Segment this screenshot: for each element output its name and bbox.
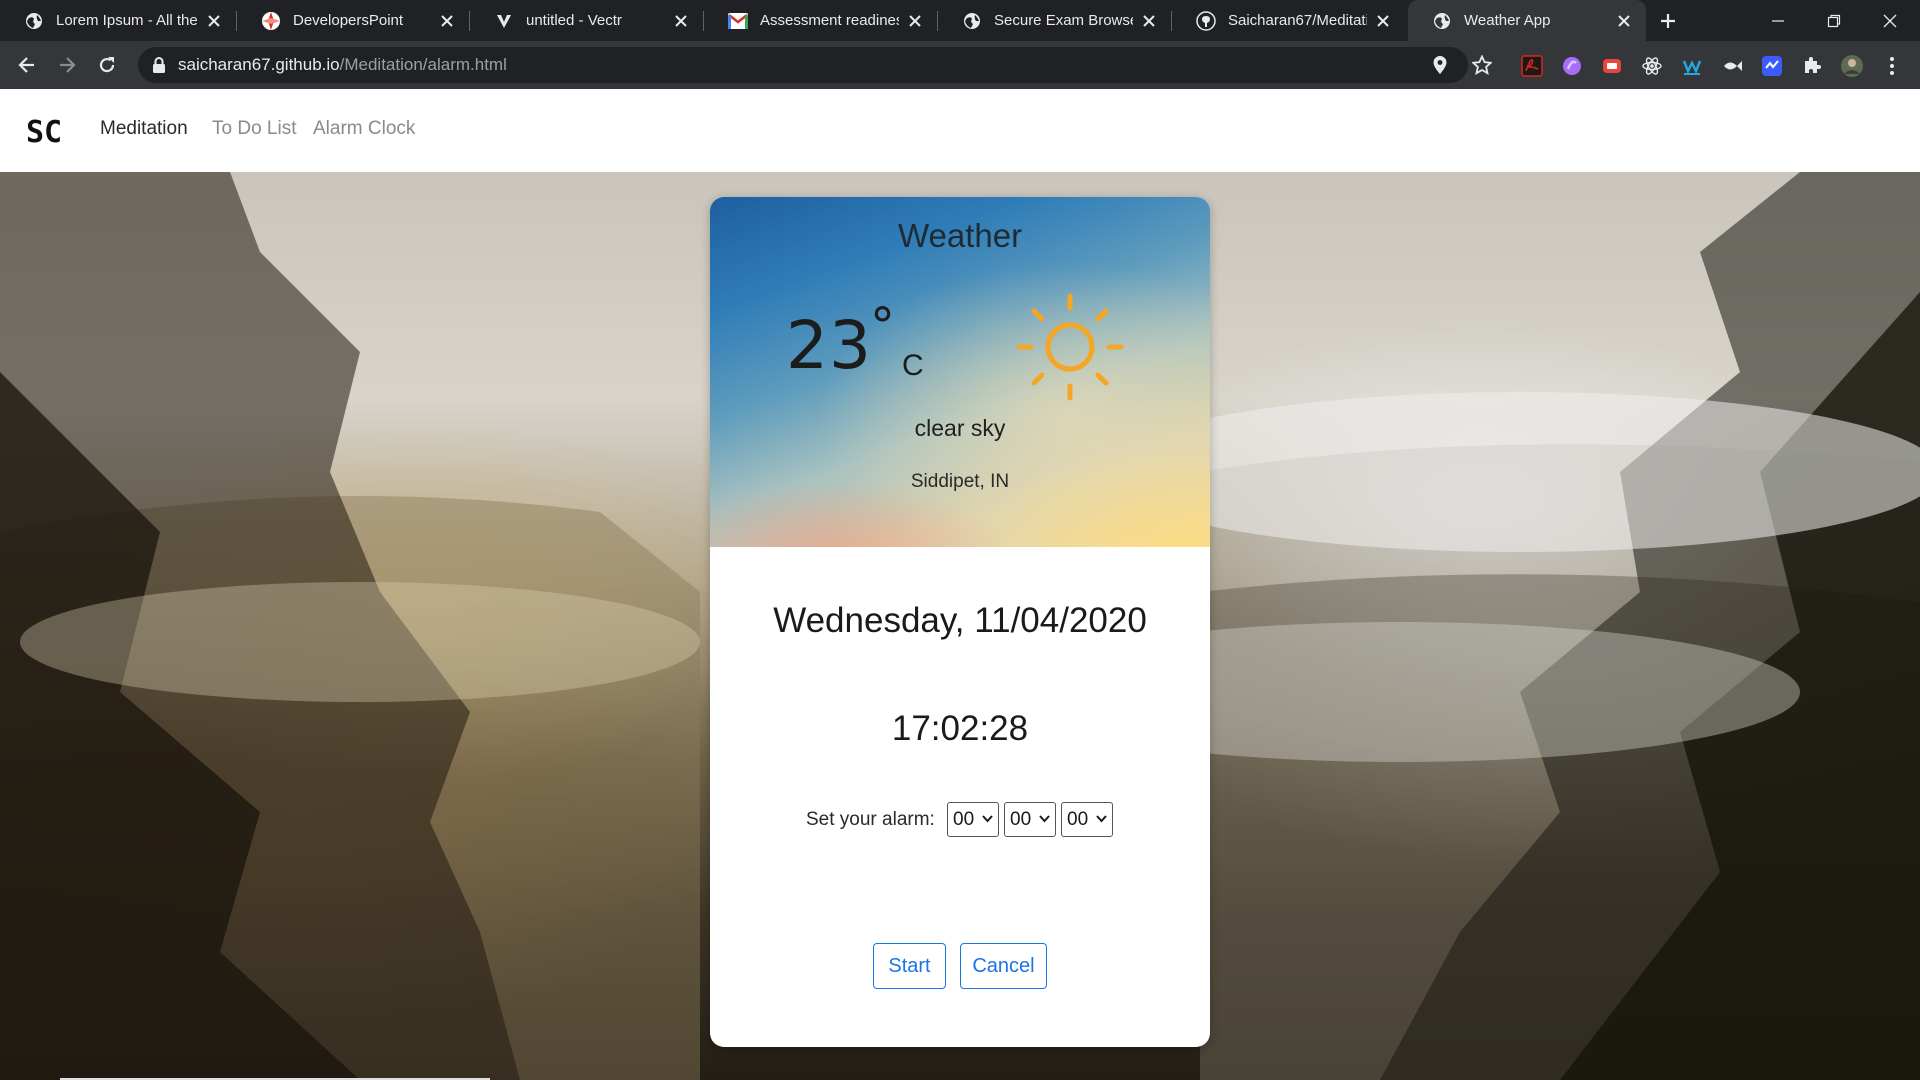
- arrow-right-icon: [60, 57, 76, 73]
- browser-toolbar: saicharan67.github.io/Meditation/alarm.h…: [0, 41, 1920, 89]
- degree-symbol: °: [870, 297, 895, 355]
- cancel-button[interactable]: Cancel: [960, 943, 1047, 989]
- close-icon[interactable]: [1373, 11, 1393, 31]
- fish-extension-icon[interactable]: [1720, 54, 1744, 78]
- plus-icon: [1661, 14, 1675, 28]
- close-icon[interactable]: [204, 11, 224, 31]
- alarm-label: Set your alarm:: [806, 809, 935, 830]
- url-path: /Meditation/alarm.html: [339, 55, 507, 74]
- pdf-extension-icon[interactable]: [1520, 54, 1544, 78]
- wappalyzer-extension-icon[interactable]: [1680, 54, 1704, 78]
- tab-secure-exam-browser[interactable]: Secure Exam Browser: [938, 0, 1171, 41]
- globe-icon: [1432, 11, 1452, 31]
- weather-alarm-card: Weather 23 ° C clear sky Siddipet, IN We…: [710, 197, 1210, 1047]
- alarm-second-value: 00: [1067, 809, 1089, 830]
- purple-extension-icon[interactable]: [1560, 54, 1584, 78]
- tab-title: Secure Exam Browser: [994, 12, 1133, 29]
- site-navbar: SC Meditation To Do List Alarm Clock: [0, 89, 1920, 172]
- profile-avatar[interactable]: [1840, 54, 1864, 78]
- start-button[interactable]: Start: [873, 943, 946, 989]
- tab-title: untitled - Vectr: [526, 12, 622, 29]
- alarm-hour-value: 00: [953, 809, 975, 830]
- chevron-down-icon: [1096, 815, 1107, 823]
- globe-icon: [962, 11, 982, 31]
- weather-panel: Weather 23 ° C clear sky Siddipet, IN: [710, 197, 1210, 547]
- globe-icon: [24, 11, 44, 31]
- nav-link-meditation[interactable]: Meditation: [100, 118, 188, 140]
- sun-icon: [1016, 293, 1124, 401]
- tab-lorem-ipsum[interactable]: Lorem Ipsum - All the f: [0, 0, 236, 41]
- address-bar[interactable]: saicharan67.github.io/Meditation/alarm.h…: [138, 47, 1468, 83]
- restore-button[interactable]: [1806, 0, 1862, 41]
- tab-developerspoint[interactable]: DevelopersPoint: [237, 0, 469, 41]
- tab-title: DevelopersPoint: [293, 12, 404, 29]
- gmail-icon: [728, 11, 748, 31]
- url-text: saicharan67.github.io/Meditation/alarm.h…: [178, 55, 507, 75]
- tab-title: Lorem Ipsum - All the f: [56, 12, 198, 29]
- alarm-hour-select[interactable]: 00: [947, 802, 999, 837]
- new-tab-button[interactable]: [1652, 8, 1684, 34]
- react-devtools-icon[interactable]: [1640, 54, 1664, 78]
- alarm-minute-select[interactable]: 00: [1004, 802, 1056, 837]
- url-host: saicharan67.github.io: [178, 55, 340, 74]
- lock-icon: [152, 56, 166, 78]
- close-icon[interactable]: [1614, 11, 1634, 31]
- weather-location: Siddipet, IN: [910, 471, 1010, 492]
- close-window-button[interactable]: [1862, 0, 1918, 41]
- forward-button[interactable]: [53, 51, 81, 79]
- nav-link-alarm-clock[interactable]: Alarm Clock: [313, 118, 415, 140]
- chevron-down-icon: [1039, 815, 1050, 823]
- close-icon[interactable]: [671, 11, 691, 31]
- brand-logo[interactable]: SC: [26, 116, 64, 146]
- bookmark-star-icon[interactable]: [1472, 55, 1492, 75]
- current-time: 17:02:28: [891, 709, 1029, 748]
- reload-icon: [99, 57, 115, 73]
- close-icon[interactable]: [1139, 11, 1159, 31]
- close-icon[interactable]: [437, 11, 457, 31]
- tab-gmail[interactable]: Assessment readiness: [704, 0, 937, 41]
- close-icon[interactable]: [905, 11, 925, 31]
- developerspoint-icon: [261, 11, 281, 31]
- restore-icon: [1827, 14, 1841, 27]
- reload-button[interactable]: [93, 51, 121, 79]
- tab-title: Weather App: [1464, 12, 1551, 29]
- alarm-second-select[interactable]: 00: [1061, 802, 1113, 837]
- tab-github[interactable]: Saicharan67/Meditatio: [1172, 0, 1405, 41]
- chevron-down-icon: [982, 815, 993, 823]
- minimize-button[interactable]: [1750, 0, 1806, 41]
- current-date: Wednesday, 11/04/2020: [773, 601, 1147, 640]
- nav-link-todo-list[interactable]: To Do List: [212, 118, 296, 140]
- tab-vectr[interactable]: untitled - Vectr: [470, 0, 703, 41]
- close-icon: [1883, 14, 1897, 27]
- more-menu-icon[interactable]: [1880, 54, 1904, 78]
- back-button[interactable]: [13, 51, 41, 79]
- vectr-icon: [494, 11, 514, 31]
- puzzle-extensions-icon[interactable]: [1800, 54, 1824, 78]
- tab-title: Assessment readiness: [760, 12, 899, 29]
- minimize-icon: [1772, 19, 1784, 22]
- github-icon: [1196, 10, 1216, 31]
- alarm-minute-value: 00: [1010, 809, 1032, 830]
- location-pin-icon[interactable]: [1430, 55, 1450, 75]
- weather-description: clear sky: [914, 415, 1006, 441]
- temperature-unit: C: [902, 349, 924, 382]
- tab-title: Saicharan67/Meditatio: [1228, 12, 1367, 29]
- tab-strip: Lorem Ipsum - All the f DevelopersPoint …: [0, 0, 1920, 41]
- blue-extension-icon[interactable]: [1760, 54, 1784, 78]
- page-content: SC Meditation To Do List Alarm Clock Wea…: [0, 89, 1920, 1080]
- red-extension-icon[interactable]: [1600, 54, 1624, 78]
- arrow-left-icon: [18, 57, 34, 73]
- weather-title: Weather: [897, 217, 1023, 254]
- tab-weather-app[interactable]: Weather App: [1408, 0, 1646, 41]
- svg-text:SC: SC: [26, 116, 62, 146]
- temperature-value: 23: [786, 307, 872, 384]
